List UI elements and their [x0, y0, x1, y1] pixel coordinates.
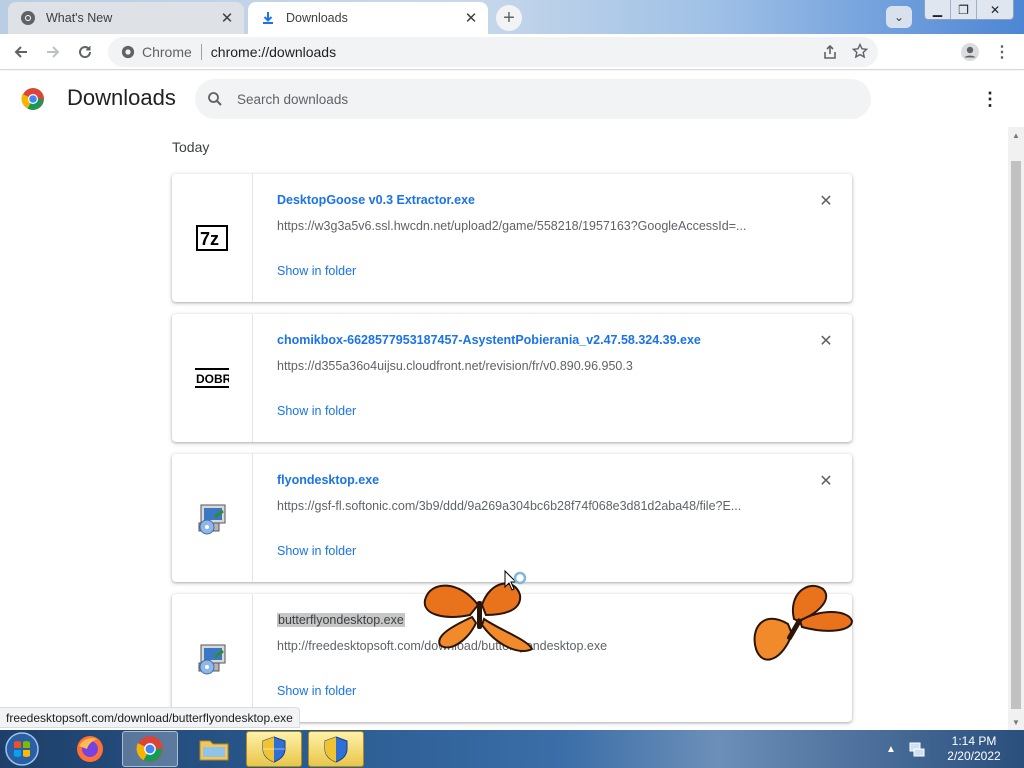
profile-avatar[interactable]: [954, 36, 986, 68]
tab-whats-new[interactable]: What's New ✕: [8, 2, 244, 34]
status-bubble: freedesktopsoft.com/download/butterflyon…: [0, 707, 300, 728]
forward-button[interactable]: [37, 36, 69, 68]
show-in-folder-link[interactable]: Show in folder: [277, 544, 356, 558]
downloads-menu-button[interactable]: ⋮: [978, 87, 1002, 111]
taskbar-clock[interactable]: 1:14 PM 2/20/2022: [934, 734, 1014, 764]
day-label: Today: [172, 139, 210, 155]
firefox-icon: [77, 736, 103, 762]
show-in-folder-link[interactable]: Show in folder: [277, 264, 356, 278]
forward-arrow-icon: [47, 45, 60, 58]
7zip-icon: 7z: [196, 225, 228, 251]
search-icon: [205, 89, 225, 109]
show-in-folder-link[interactable]: Show in folder: [277, 684, 356, 698]
back-button[interactable]: [5, 36, 37, 68]
download-item: 7z DesktopGoose v0.3 Extractor.exe https…: [172, 174, 852, 302]
share-icon[interactable]: [822, 44, 838, 63]
shield-icon: [324, 736, 348, 763]
taskbar-uac-1[interactable]: [246, 731, 302, 767]
tab-search-button[interactable]: ⌄: [886, 6, 912, 28]
system-tray: ▲: [886, 730, 926, 768]
clock-time: 1:14 PM: [951, 734, 997, 748]
network-icon[interactable]: [908, 740, 926, 758]
remove-download-icon[interactable]: ✕: [816, 331, 836, 351]
download-icon: [260, 10, 276, 26]
scroll-up-arrow-icon[interactable]: ▲: [1008, 127, 1024, 143]
clock-date: 2/20/2022: [947, 749, 1001, 763]
file-name-link[interactable]: flyondesktop.exe: [277, 473, 379, 487]
file-name-selected[interactable]: butterflyondesktop.exe: [277, 613, 405, 627]
minimize-button[interactable]: ▁: [925, 0, 951, 19]
scroll-down-arrow-icon[interactable]: ▼: [1008, 714, 1024, 730]
downloads-list: Today 7z DesktopGoose v0.3 Extractor.exe…: [0, 127, 1008, 730]
svg-text:7z: 7z: [200, 229, 219, 249]
download-item: flyondesktop.exe https://gsf-fl.softonic…: [172, 454, 852, 582]
remove-download-icon[interactable]: ✕: [816, 191, 836, 211]
taskbar-uac-2[interactable]: [308, 731, 364, 767]
search-input[interactable]: [237, 91, 837, 107]
url-text: chrome://downloads: [210, 44, 337, 60]
omnibox-separator: [200, 44, 202, 60]
scrollbar[interactable]: ▲ ▼: [1008, 127, 1024, 730]
file-url[interactable]: https://w3g3a5v6.ssl.hwcdn.net/upload2/g…: [277, 219, 777, 233]
file-url[interactable]: https://gsf-fl.softonic.com/3b9/ddd/9a26…: [277, 499, 777, 513]
reload-icon: [79, 45, 92, 58]
file-icon-column: [172, 594, 253, 722]
taskbar-chrome[interactable]: [122, 731, 178, 767]
file-icon-column: 7z: [172, 174, 253, 302]
file-url[interactable]: https://d355a36o4uijsu.cloudfront.net/re…: [277, 359, 777, 373]
folder-icon: [199, 740, 229, 761]
butterfly-overlay-icon: [753, 584, 854, 661]
chrome-icon: [20, 10, 36, 26]
close-window-button[interactable]: ✕: [977, 0, 1013, 19]
start-button[interactable]: [4, 731, 40, 767]
restore-button[interactable]: ❐: [951, 0, 977, 19]
back-arrow-icon: [14, 45, 27, 58]
busy-cursor-icon: [504, 569, 527, 591]
downloads-header: Downloads ⋮: [0, 71, 1024, 127]
tab-title: What's New: [46, 11, 113, 25]
tab-title: Downloads: [286, 11, 348, 25]
file-icon-column: [172, 454, 253, 582]
address-bar[interactable]: Chrome chrome://downloads: [108, 37, 878, 67]
chrome-icon: [136, 736, 163, 762]
show-hidden-icons-icon[interactable]: ▲: [886, 744, 896, 755]
close-tab-icon[interactable]: ✕: [460, 7, 482, 29]
dobre-icon: DOBRE: [195, 368, 229, 388]
browser-toolbar: Chrome chrome://downloads ⋮: [0, 34, 1024, 70]
file-icon-column: DOBRE: [172, 314, 253, 442]
chrome-menu-button[interactable]: ⋮: [986, 36, 1018, 68]
close-tab-icon[interactable]: ✕: [216, 7, 238, 29]
show-in-folder-link[interactable]: Show in folder: [277, 404, 356, 418]
scrollbar-thumb[interactable]: [1011, 161, 1021, 709]
download-item: DOBRE chomikbox-6628577953187457-Asysten…: [172, 314, 852, 442]
search-downloads-box[interactable]: [195, 79, 871, 119]
installer-icon: [198, 644, 226, 675]
chrome-site-icon: [120, 44, 136, 60]
chrome-logo-icon: [21, 88, 44, 110]
taskbar-firefox[interactable]: [62, 731, 118, 767]
new-tab-button[interactable]: +: [496, 5, 522, 31]
file-name-link[interactable]: chomikbox-6628577953187457-AsystentPobie…: [277, 333, 701, 347]
bookmark-star-icon[interactable]: [851, 42, 869, 62]
reload-button[interactable]: [69, 36, 101, 68]
page-title: Downloads: [67, 85, 176, 110]
profile-icon: [961, 43, 979, 61]
remove-download-icon[interactable]: ✕: [816, 471, 836, 491]
installer-icon: [198, 504, 226, 535]
taskbar-explorer[interactable]: [186, 731, 242, 767]
site-label: Chrome: [142, 44, 192, 60]
svg-text:DOBRE: DOBRE: [196, 372, 229, 386]
window-controls: ▁ ❐ ✕: [924, 0, 1014, 20]
file-name-link[interactable]: DesktopGoose v0.3 Extractor.exe: [277, 193, 475, 207]
tab-strip: What's New ✕ Downloads ✕ + ⌄ ▁ ❐ ✕: [0, 0, 1024, 34]
tab-downloads[interactable]: Downloads ✕: [248, 2, 488, 34]
shield-icon: [262, 736, 286, 763]
windows-taskbar: ▲ 1:14 PM 2/20/2022: [0, 730, 1024, 768]
toolbar-right: ⋮: [954, 36, 1018, 68]
